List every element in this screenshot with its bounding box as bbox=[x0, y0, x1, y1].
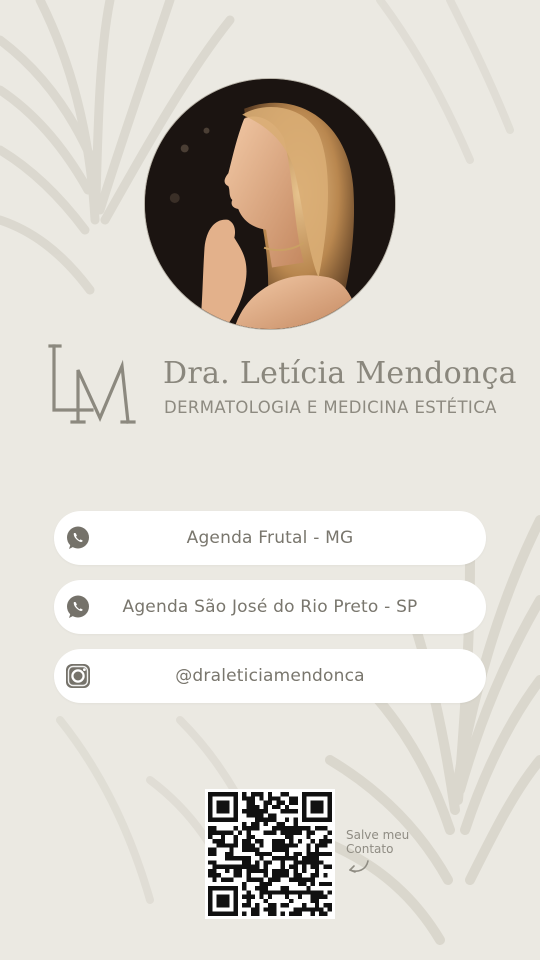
instagram-handle-label: @draleticiamendonca bbox=[175, 666, 365, 686]
whatsapp-icon bbox=[65, 525, 91, 551]
curved-arrow-icon bbox=[346, 858, 372, 876]
save-contact-line-1: Salve meu bbox=[346, 828, 410, 842]
profile-photo bbox=[144, 78, 396, 330]
whatsapp-icon bbox=[65, 594, 91, 620]
agenda-frutal-label: Agenda Frutal - MG bbox=[186, 528, 354, 548]
save-contact-line-2: Contato bbox=[346, 842, 394, 856]
contact-qr-code[interactable] bbox=[205, 789, 335, 919]
agenda-sao-jose-button[interactable]: Agenda São José do Rio Preto - SP bbox=[54, 580, 486, 634]
doctor-name: Dra. Letícia Mendonça bbox=[163, 356, 517, 391]
save-contact-caption: Salve meu Contato bbox=[346, 828, 436, 856]
instagram-button[interactable]: @draleticiamendonca bbox=[54, 649, 486, 703]
specialty-subtitle: DERMATOLOGIA E MEDICINA ESTÉTICA bbox=[164, 398, 497, 417]
lm-monogram-logo bbox=[44, 340, 136, 430]
agenda-sao-jose-label: Agenda São José do Rio Preto - SP bbox=[122, 597, 418, 617]
instagram-icon bbox=[65, 663, 91, 689]
agenda-frutal-button[interactable]: Agenda Frutal - MG bbox=[54, 511, 486, 565]
